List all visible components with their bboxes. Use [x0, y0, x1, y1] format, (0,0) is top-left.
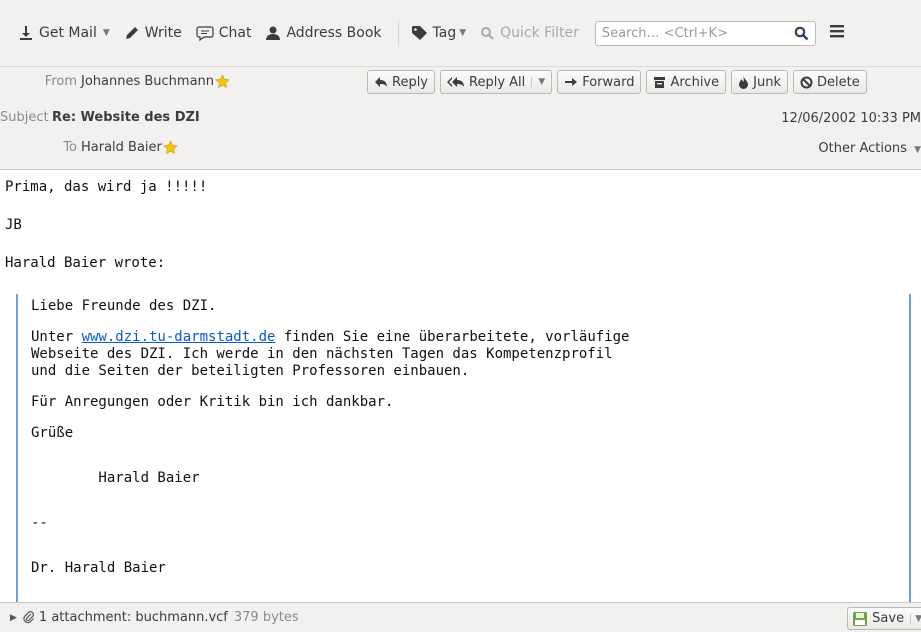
quick-filter-label: Quick Filter — [500, 25, 579, 41]
body-line: JB — [5, 217, 22, 233]
search-box[interactable] — [594, 20, 816, 46]
quote-line: Grüße — [31, 425, 74, 441]
body-line: Harald Baier wrote: — [5, 255, 166, 271]
reply-button[interactable]: Reply — [367, 70, 436, 94]
get-mail-button[interactable]: Get Mail ▼ — [18, 21, 110, 45]
tag-icon — [411, 26, 427, 40]
quick-filter-button[interactable]: Quick Filter — [480, 21, 579, 45]
person-icon — [266, 26, 281, 40]
forward-arrow-icon — [565, 78, 578, 86]
from-value[interactable]: Johannes Buchmann — [81, 74, 214, 89]
quote-text: finden Sie eine überarbeitete, vorläufig… — [275, 329, 630, 345]
quote-text: Unter — [31, 329, 82, 345]
magnifier-icon — [481, 26, 494, 40]
reply-label: Reply — [392, 74, 429, 90]
reply-all-button[interactable]: Reply All ▼ — [440, 70, 553, 94]
search-icon[interactable] — [794, 26, 809, 41]
junk-button[interactable]: Junk — [731, 70, 788, 94]
chat-button[interactable]: Chat — [196, 21, 252, 45]
chevron-down-icon: ▼ — [914, 145, 921, 155]
quote-line: und die Seiten der beteiligten Professor… — [31, 363, 470, 379]
subject-row: Subject Re: Website des DZI — [0, 106, 200, 128]
message-body: Prima, das wird ja !!!!! JB Harald Baier… — [0, 171, 921, 602]
chevron-down-icon: ▼ — [459, 28, 467, 38]
quoted-message: Liebe Freunde des DZI. Unter www.dzi.tu-… — [16, 294, 911, 602]
message-date: 12/06/2002 10:33 PM — [781, 111, 921, 126]
chevron-down-icon[interactable]: ▼ — [531, 77, 545, 87]
main-toolbar: Get Mail ▼ Write Chat Address Book Tag ▼… — [0, 0, 921, 66]
other-actions-label: Other Actions — [818, 141, 907, 156]
expand-triangle-icon[interactable]: ▶ — [10, 613, 17, 623]
pencil-icon — [125, 27, 138, 39]
quote-line: Webseite des DZI. Ich werde in den nächs… — [31, 346, 613, 362]
no-entry-icon — [800, 76, 813, 88]
delete-label: Delete — [816, 74, 860, 90]
address-book-label: Address Book — [286, 25, 382, 41]
reply-all-icon — [447, 77, 465, 87]
write-label: Write — [144, 25, 182, 41]
archive-icon — [654, 76, 666, 88]
star-icon[interactable] — [215, 73, 230, 89]
forward-label: Forward — [582, 74, 635, 90]
quote-line: Dr. Harald Baier — [31, 560, 166, 576]
save-button[interactable]: Save ▼ — [847, 607, 921, 630]
to-value[interactable]: Harald Baier — [81, 140, 162, 155]
delete-button[interactable]: Delete — [792, 70, 867, 94]
write-button[interactable]: Write — [124, 21, 182, 45]
body-line: Prima, das wird ja !!!!! — [5, 179, 208, 195]
message-header: From Johannes Buchmann Reply Reply All ▼… — [0, 66, 921, 170]
hamburger-menu-icon[interactable] — [829, 24, 844, 42]
flame-icon — [739, 75, 749, 89]
attachment-bar[interactable]: ▶ 1 attachment: buchmann.vcf 379 bytes S… — [0, 602, 921, 632]
reply-all-label: Reply All — [469, 74, 526, 90]
chat-bubble-icon — [196, 26, 214, 41]
message-actions: Reply Reply All ▼ Forward Archive Junk D… — [367, 70, 872, 94]
other-actions-menu[interactable]: Other Actions ▼ — [818, 141, 921, 156]
address-book-button[interactable]: Address Book — [265, 21, 382, 45]
save-disk-icon — [853, 611, 868, 626]
get-mail-label: Get Mail — [39, 25, 97, 41]
download-icon — [20, 26, 32, 40]
archive-button[interactable]: Archive — [646, 70, 727, 94]
save-label: Save — [872, 611, 905, 626]
from-row: From Johannes Buchmann — [0, 70, 230, 92]
star-icon[interactable] — [163, 139, 178, 155]
quote-line: Harald Baier — [31, 470, 200, 486]
quote-line: -- — [31, 515, 48, 531]
tag-button[interactable]: Tag ▼ — [411, 21, 467, 45]
quote-line: Liebe Freunde des DZI. — [31, 298, 217, 314]
attachment-size: 379 bytes — [233, 610, 299, 625]
forward-button[interactable]: Forward — [557, 70, 642, 94]
search-input[interactable] — [601, 25, 782, 41]
chevron-down-icon[interactable]: ▼ — [103, 28, 110, 38]
attachment-label[interactable]: 1 attachment: buchmann.vcf — [39, 610, 228, 625]
subject-value: Re: Website des DZI — [52, 109, 200, 125]
chat-label: Chat — [218, 25, 252, 41]
from-label: From — [44, 73, 77, 89]
to-row: To Harald Baier — [0, 136, 178, 158]
subject-label: Subject — [0, 109, 49, 125]
toolbar-separator — [397, 21, 399, 45]
tag-label: Tag — [432, 25, 457, 41]
paperclip-icon — [23, 610, 34, 623]
archive-label: Archive — [670, 74, 720, 90]
quote-line: Unter www.dzi.tu-darmstadt.de finden Sie… — [31, 329, 909, 346]
website-link[interactable]: www.dzi.tu-darmstadt.de — [82, 329, 276, 345]
chevron-down-icon[interactable]: ▼ — [910, 613, 921, 624]
junk-label: Junk — [753, 74, 781, 90]
reply-icon — [375, 77, 387, 87]
to-label: To — [63, 139, 77, 155]
quote-line: Für Anregungen oder Kritik bin ich dankb… — [31, 394, 394, 410]
